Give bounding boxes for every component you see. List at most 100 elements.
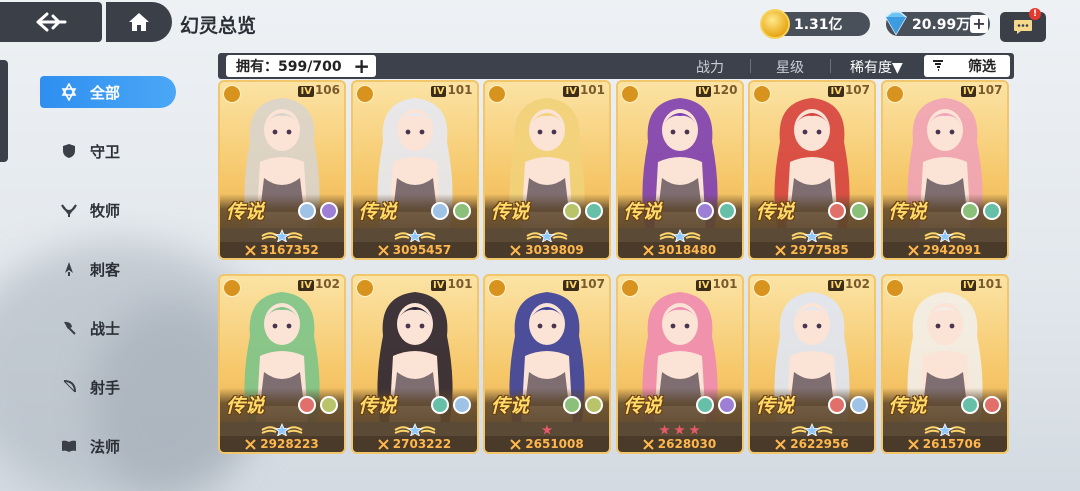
sort-power-button[interactable]: 战力 [696,57,724,77]
dagger-icon [753,279,771,297]
crossed-swords-icon [378,438,389,450]
star-icon [674,424,685,435]
level-value: 107 [977,83,1003,97]
awaken-tier: IV [430,280,447,291]
gold-currency[interactable]: 1.31亿 [760,9,870,39]
sort-star-button[interactable]: 星级 [776,57,804,77]
sidebar-item-2[interactable]: 牧师 [40,194,180,226]
character-card[interactable]: IV 101 传说 2615706 [880,274,1009,454]
awaken-tier: IV [563,86,579,97]
character-card[interactable]: IV 120 传说 3018480 [615,80,744,260]
element-icon [960,202,979,220]
element-icon [585,396,603,414]
chat-bubble-icon [1014,20,1032,34]
power-bar: 2628030 [617,436,742,452]
awaken-tier: IV [695,280,712,291]
winged-star-icon [261,423,303,437]
character-card[interactable]: IV 107 传说 2977585 [748,80,876,260]
character-card[interactable]: IV 102 传说 2928223 [218,274,346,454]
element-icon [563,202,581,220]
power-bar: 2703222 [352,436,477,452]
crossed-swords-icon [510,244,521,256]
element-icon [452,202,471,220]
sidebar-item-label: 刺客 [90,260,121,279]
winged-star-icon [261,229,303,243]
back-arrow-icon [36,12,67,32]
character-card[interactable]: IV 107 传说 2651008 [483,274,611,454]
crossed-swords-icon [510,438,521,450]
element-icon [320,202,338,220]
gold-coin-icon [760,9,790,39]
sidebar-item-label: 守卫 [90,142,121,161]
rarity-label: 传说 [623,395,662,417]
character-card[interactable]: IV 101 传说 3039809 [483,80,611,260]
sort-rarity-button[interactable]: 稀有度▼ [850,57,903,77]
expand-capacity-button[interactable]: + [353,55,370,77]
gem-amount: 20.99万 [912,17,971,33]
rarity-label: 传说 [623,201,662,223]
level-label: IV 107 [828,83,870,97]
element-icon [982,396,1001,414]
power-value: 2615706 [922,437,982,451]
axe-icon [885,279,904,297]
character-card[interactable]: IV 101 传说 3095457 [350,80,479,260]
sidebar-item-6[interactable]: 法师 [40,430,180,462]
character-card[interactable]: IV 102 传说 2622956 [748,274,876,454]
sidebar-item-1[interactable]: 守卫 [40,135,180,167]
rarity-label: 传说 [358,395,397,417]
winged-star-icon [923,229,966,243]
winged-star-icon [791,229,833,243]
notification-badge: ! [1029,8,1041,20]
filter-icon [933,60,943,71]
power-value: 3167352 [260,243,319,257]
chat-button[interactable]: ! [1000,8,1046,42]
element-icon [298,202,316,220]
character-card[interactable]: IV 107 传说 2942091 [880,80,1009,260]
add-gems-button[interactable]: + [970,15,988,33]
sidebar-item-3[interactable]: 刺客 [40,253,180,285]
diamond-icon [885,11,907,36]
filter-label: 筛选 [968,59,996,75]
sidebar-item-label: 战士 [90,319,121,338]
sidebar-item-4[interactable]: 战士 [40,312,180,344]
element-icon [695,202,714,220]
sidebar-item-0[interactable]: 全部 [40,76,176,108]
crossed-swords-icon [378,244,389,256]
level-value: 107 [579,277,605,291]
back-button[interactable] [0,2,102,42]
owned-count-box[interactable]: 拥有：599/700 + [226,55,376,77]
book-icon [355,85,374,103]
element-icon [717,202,736,220]
character-card[interactable]: IV 101 传说 2628030 [615,274,744,454]
level-label: IV 101 [563,83,605,97]
element-icon [320,396,338,414]
power-value: 2651008 [525,437,584,451]
level-value: 101 [447,277,473,291]
power-value: 3039809 [525,243,584,257]
sidebar-item-label: 射手 [90,378,121,397]
wings-icon [223,279,241,297]
rarity-label: 传说 [491,201,530,223]
sidebar-item-label: 牧师 [90,201,121,220]
filter-button[interactable]: 筛选 [924,55,1010,77]
level-label: IV 107 [563,277,605,291]
level-label: IV 101 [960,277,1003,291]
star-of-david-icon [60,83,78,101]
element-icon [828,396,846,414]
crossed-swords-icon [643,244,654,256]
sidebar-item-5[interactable]: 射手 [40,371,180,403]
level-label: IV 101 [695,277,738,291]
crossed-swords-icon [775,438,786,450]
rarity-label: 传说 [491,395,530,417]
element-icon [960,396,979,414]
winged-star-icon [393,423,436,437]
character-card[interactable]: IV 101 传说 2703222 [350,274,479,454]
awaken-tier: IV [430,86,447,97]
character-card[interactable]: IV 106 传说 3167352 [218,80,346,260]
awaken-tier: IV [960,86,977,97]
home-button[interactable] [106,2,172,42]
book-icon [60,437,78,455]
power-bar: 3018480 [617,242,742,258]
level-label: IV 120 [695,83,738,97]
gem-currency[interactable]: 20.99万 + [885,11,990,36]
